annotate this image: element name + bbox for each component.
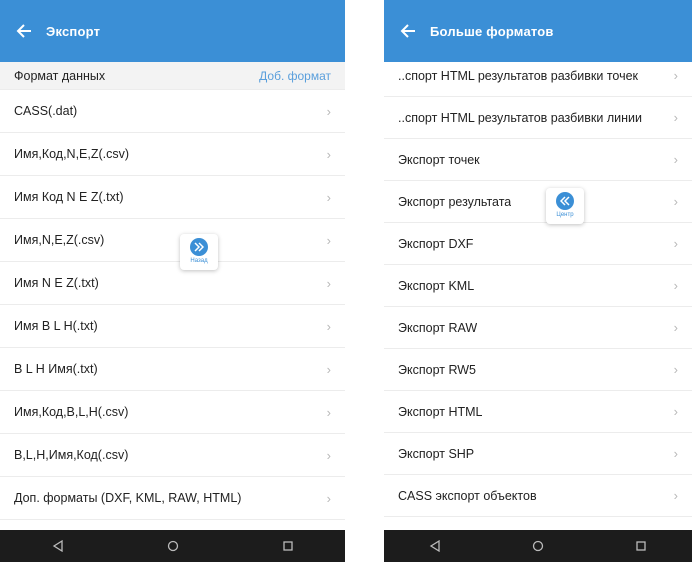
nav-home-icon[interactable]	[166, 539, 180, 553]
list-item[interactable]: Экспорт RW5 ›	[384, 349, 692, 391]
chevron-right-icon: ›	[673, 446, 678, 461]
list-item[interactable]: ..спорт HTML результатов разбивки точек ›	[384, 55, 692, 97]
chevron-right-icon: ›	[326, 146, 331, 162]
chevron-right-icon: ›	[326, 232, 331, 248]
nav-back-icon[interactable]	[51, 539, 65, 553]
list-item-label: Экспорт RAW	[398, 320, 478, 335]
list-item-label: Имя N E Z(.txt)	[14, 276, 99, 290]
nav-recents-icon[interactable]	[281, 539, 295, 553]
chevron-right-icon: ›	[326, 361, 331, 377]
right-format-list: ..спорт HTML результатов разбивки точек ›…	[384, 55, 692, 517]
list-item[interactable]: Имя,Код,B,L,H(.csv) ›	[0, 391, 345, 434]
page-title: Больше форматов	[430, 23, 554, 39]
list-item-label: B,L,H,Имя,Код(.csv)	[14, 448, 129, 462]
float-caption: Центр	[556, 212, 574, 218]
list-item[interactable]: Экспорт RAW ›	[384, 307, 692, 349]
double-chevron-left-icon	[556, 192, 574, 210]
data-format-label: Формат данных	[14, 68, 106, 83]
double-chevron-right-icon	[190, 238, 208, 256]
chevron-right-icon: ›	[673, 110, 678, 125]
left-app-bar: Экспорт	[0, 0, 345, 62]
data-format-header: Формат данных Доб. формат	[0, 62, 345, 90]
list-item[interactable]: CASS экспорт объектов ›	[384, 475, 692, 517]
chevron-right-icon: ›	[673, 194, 678, 209]
nav-home-icon[interactable]	[531, 539, 545, 553]
list-item-label: Имя,Код,N,E,Z(.csv)	[14, 147, 130, 161]
back-arrow-icon[interactable]	[14, 21, 34, 41]
float-caption: Назад	[190, 258, 208, 264]
list-item-label: CASS(.dat)	[14, 104, 78, 118]
list-item[interactable]: B,L,H,Имя,Код(.csv) ›	[0, 434, 345, 477]
list-item-label: Экспорт HTML	[398, 404, 483, 419]
chevron-right-icon: ›	[326, 318, 331, 334]
list-item[interactable]: CASS(.dat) ›	[0, 90, 345, 133]
list-item-label: ..спорт HTML результатов разбивки точек	[398, 68, 639, 83]
chevron-right-icon: ›	[673, 68, 678, 83]
back-arrow-icon[interactable]	[398, 21, 418, 41]
android-nav-bar	[0, 530, 345, 562]
list-item-label: Имя,Код,B,L,H(.csv)	[14, 405, 129, 419]
list-item-label: ..спорт HTML результатов разбивки линии	[398, 110, 642, 125]
list-item-label: B L H Имя(.txt)	[14, 362, 98, 376]
list-item[interactable]: Экспорт DXF ›	[384, 223, 692, 265]
list-item[interactable]: Экспорт SHP ›	[384, 433, 692, 475]
list-item[interactable]: Экспорт результата ›	[384, 181, 692, 223]
android-nav-bar	[384, 530, 692, 562]
chevron-right-icon: ›	[326, 490, 331, 506]
list-item-label: Имя B L H(.txt)	[14, 319, 98, 333]
chevron-right-icon: ›	[673, 404, 678, 419]
list-item[interactable]: B L H Имя(.txt) ›	[0, 348, 345, 391]
chevron-right-icon: ›	[673, 488, 678, 503]
chevron-right-icon: ›	[326, 275, 331, 291]
list-item[interactable]: Доп. форматы (DXF, KML, RAW, HTML) ›	[0, 477, 345, 520]
list-item-label: Экспорт результата	[398, 194, 512, 209]
chevron-right-icon: ›	[673, 236, 678, 251]
list-item[interactable]: Имя B L H(.txt) ›	[0, 305, 345, 348]
chevron-right-icon: ›	[326, 189, 331, 205]
chevron-right-icon: ›	[673, 278, 678, 293]
chevron-right-icon: ›	[673, 362, 678, 377]
list-item-label: Экспорт точек	[398, 152, 480, 167]
list-item[interactable]: Имя Код N E Z(.txt) ›	[0, 176, 345, 219]
list-item-label: Экспорт RW5	[398, 362, 476, 377]
nav-back-icon[interactable]	[428, 539, 442, 553]
chevron-right-icon: ›	[326, 404, 331, 420]
list-item-label: Имя,N,E,Z(.csv)	[14, 233, 105, 247]
chevron-right-icon: ›	[673, 152, 678, 167]
page-title: Экспорт	[46, 23, 101, 39]
left-format-list: Формат данных Доб. формат CASS(.dat) › Им…	[0, 62, 345, 520]
list-item[interactable]: Имя N E Z(.txt) ›	[0, 262, 345, 305]
list-item[interactable]: Экспорт HTML ›	[384, 391, 692, 433]
list-item-label: Экспорт DXF	[398, 236, 474, 251]
center-float-button[interactable]: Центр	[546, 188, 584, 224]
list-item-label: Имя Код N E Z(.txt)	[14, 190, 124, 204]
list-item-label: CASS экспорт объектов	[398, 488, 537, 503]
list-item[interactable]: Имя,Код,N,E,Z(.csv) ›	[0, 133, 345, 176]
left-screen: Экспорт Формат данных Доб. формат CASS(.…	[0, 0, 345, 562]
list-item[interactable]: ..спорт HTML результатов разбивки линии ›	[384, 97, 692, 139]
right-app-bar: Больше форматов	[384, 0, 692, 62]
list-item-label: Доп. форматы (DXF, KML, RAW, HTML)	[14, 491, 242, 505]
chevron-right-icon: ›	[326, 447, 331, 463]
list-item-label: Экспорт SHP	[398, 446, 475, 461]
list-item[interactable]: Имя,N,E,Z(.csv) ›	[0, 219, 345, 262]
back-float-button[interactable]: Назад	[180, 234, 218, 270]
list-item[interactable]: Экспорт точек ›	[384, 139, 692, 181]
add-format-link[interactable]: Доб. формат	[259, 69, 331, 83]
list-item[interactable]: Экспорт KML ›	[384, 265, 692, 307]
list-item-label: Экспорт KML	[398, 278, 475, 293]
chevron-right-icon: ›	[326, 103, 331, 119]
right-screen: Больше форматов ..спорт HTML результатов…	[384, 0, 692, 562]
nav-recents-icon[interactable]	[634, 539, 648, 553]
chevron-right-icon: ›	[673, 320, 678, 335]
